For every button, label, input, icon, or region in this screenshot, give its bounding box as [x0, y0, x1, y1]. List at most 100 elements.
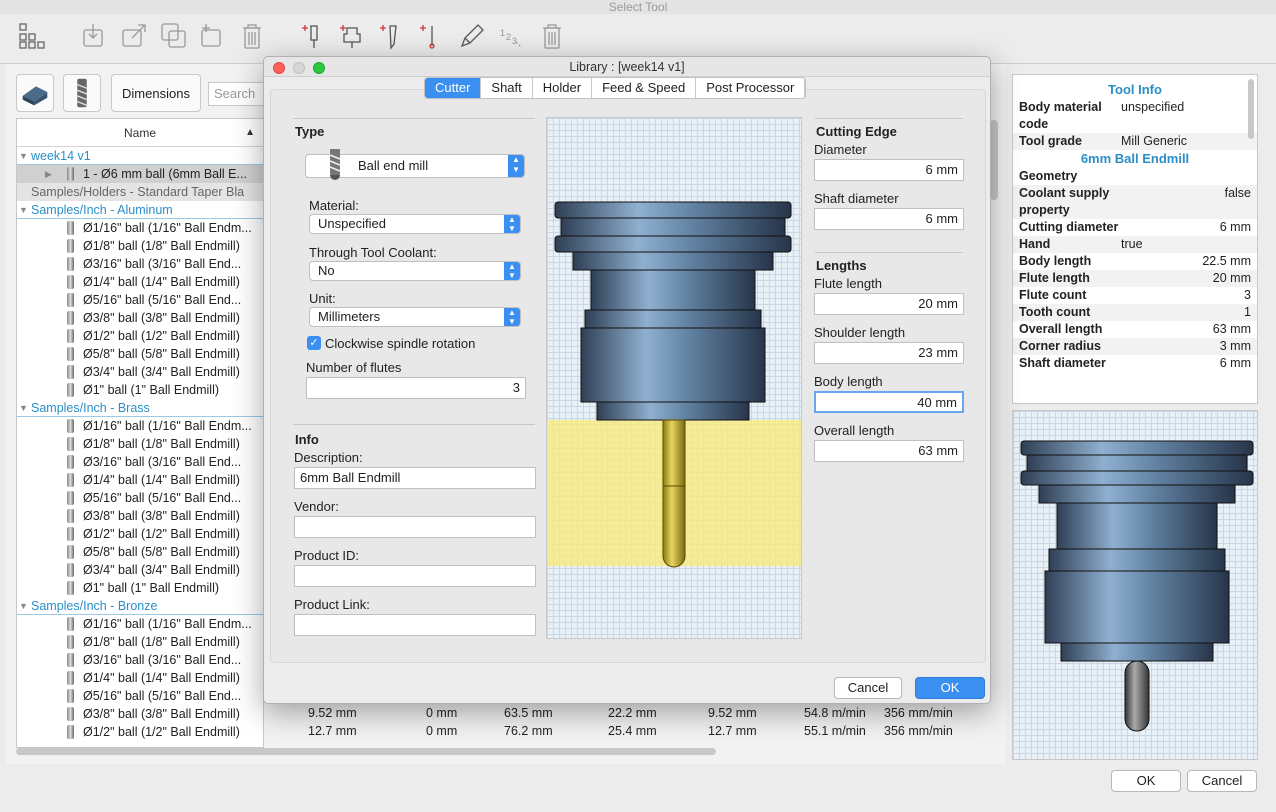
zoom-window-button[interactable] [313, 62, 325, 74]
tool-preview-3d[interactable] [1012, 410, 1258, 760]
dialog-cancel-button[interactable]: Cancel [834, 677, 902, 699]
disclosure-triangle-icon[interactable]: ▼ [19, 597, 28, 614]
tab-feed-speed[interactable]: Feed & Speed [592, 78, 697, 98]
tree-group[interactable]: ▼ week14 v1 [17, 147, 263, 165]
tree-tool-item[interactable]: Ø5/16" ball (5/16" Ball End... [17, 687, 263, 705]
tool-tree-body: ▼ week14 v1 ▶ 1 - Ø6 mm ball (6mm Ball E..… [17, 147, 263, 741]
tree-tool-item[interactable]: Ø3/16" ball (3/16" Ball End... [17, 453, 263, 471]
new-holder-icon[interactable] [338, 22, 366, 50]
unit-select[interactable]: Millimeters ▲ ▼ [309, 307, 521, 327]
tree-tool-item[interactable]: Ø1" ball (1" Ball Endmill) [17, 381, 263, 399]
holder-icon [22, 86, 48, 106]
tool-type-select[interactable]: Ball end mill ▲ ▼ [305, 149, 525, 180]
unit-label: Unit: [309, 291, 336, 306]
tree-tool-item[interactable]: Ø1/8" ball (1/8" Ball Endmill) [17, 435, 263, 453]
tree-tool-item[interactable]: Ø1/4" ball (1/4" Ball Endmill) [17, 471, 263, 489]
overall-length-field[interactable]: 63 mm [814, 440, 964, 462]
product-link-label: Product Link: [294, 597, 370, 612]
description-field[interactable]: 6mm Ball Endmill [294, 467, 536, 489]
tree-tool-item[interactable]: Ø1/2" ball (1/2" Ball Endmill) [17, 723, 263, 741]
tree-tool-item[interactable]: Ø1/8" ball (1/8" Ball Endmill) [17, 237, 263, 255]
tree-tool-item[interactable]: Ø1/16" ball (1/16" Ball Endm... [17, 417, 263, 435]
tree-tool-item[interactable]: Ø1/2" ball (1/2" Ball Endmill) [17, 327, 263, 345]
clockwise-label: Clockwise spindle rotation [325, 336, 476, 351]
tree-item-selected[interactable]: ▶ 1 - Ø6 mm ball (6mm Ball E... [17, 165, 263, 183]
tab-post-processor[interactable]: Post Processor [696, 78, 806, 98]
tree-tool-item[interactable]: Ø3/8" ball (3/8" Ball Endmill) [17, 507, 263, 525]
tree-group[interactable]: ▼ Samples/Inch - Brass [17, 399, 263, 417]
info-scrollbar[interactable] [1248, 79, 1254, 139]
tree-subgroup[interactable]: Samples/Holders - Standard Taper Bla [17, 183, 263, 201]
tab-shaft[interactable]: Shaft [481, 78, 533, 98]
disclosure-triangle-icon[interactable]: ▼ [19, 147, 28, 164]
material-select[interactable]: Unspecified ▲ ▼ [309, 214, 521, 234]
minimize-window-button[interactable] [293, 62, 305, 74]
product-id-field[interactable] [294, 565, 536, 587]
cutter-filter-button[interactable] [63, 74, 101, 112]
tree-group[interactable]: ▼ Samples/Inch - Aluminum [17, 201, 263, 219]
tree-group[interactable]: ▼ Samples/Inch - Bronze [17, 597, 263, 615]
number-of-flutes-field[interactable]: 3 [306, 377, 526, 399]
endmill-icon [67, 689, 74, 703]
name-column-header[interactable]: Name ▲ [17, 119, 263, 147]
search-input[interactable]: Search [208, 82, 268, 106]
tree-tool-item[interactable]: Ø3/4" ball (3/4" Ball Endmill) [17, 561, 263, 579]
tool-tree[interactable]: Name ▲ ▼ week14 v1 ▶ 1 - Ø6 mm ball (6mm Ba… [16, 118, 264, 748]
dimensions-button[interactable]: Dimensions [111, 74, 201, 112]
renumber-icon[interactable]: 123 [498, 22, 526, 50]
shaft-diameter-field[interactable]: 6 mm [814, 208, 964, 230]
new-probe-icon[interactable] [418, 22, 446, 50]
dialog-ok-button[interactable]: OK [915, 677, 985, 699]
tree-tool-item[interactable]: Ø3/4" ball (3/4" Ball Endmill) [17, 363, 263, 381]
tree-tool-item[interactable]: Ø1" ball (1" Ball Endmill) [17, 579, 263, 597]
export-icon[interactable] [120, 22, 148, 50]
cancel-button[interactable]: Cancel [1187, 770, 1257, 792]
tab-cutter[interactable]: Cutter [425, 78, 482, 98]
tree-group-label: Samples/Inch - Bronze [31, 599, 158, 613]
diameter-field[interactable]: 6 mm [814, 159, 964, 181]
shoulder-length-field[interactable]: 23 mm [814, 342, 964, 364]
flute-length-field[interactable]: 20 mm [814, 293, 964, 315]
tab-holder[interactable]: Holder [533, 78, 593, 98]
holder-filter-button[interactable] [16, 74, 54, 112]
info-key: Geometry [1019, 169, 1078, 183]
vertical-scrollbar[interactable] [990, 120, 998, 200]
import-icon[interactable] [80, 22, 108, 50]
cutter-preview[interactable] [546, 117, 802, 639]
close-window-button[interactable] [273, 62, 285, 74]
new-mill-tool-icon[interactable] [300, 22, 328, 50]
tool-info-title: Tool Info [1108, 82, 1162, 97]
tree-tool-item[interactable]: Ø1/16" ball (1/16" Ball Endm... [17, 219, 263, 237]
body-length-field[interactable]: 40 mm [814, 391, 964, 413]
clockwise-checkbox[interactable]: ✓ [307, 336, 321, 350]
tree-tool-item[interactable]: Ø5/8" ball (5/8" Ball Endmill) [17, 543, 263, 561]
disclosure-triangle-icon[interactable]: ▶ [45, 165, 52, 183]
copy-icon[interactable] [160, 22, 188, 50]
delete-tool-icon[interactable] [538, 22, 566, 50]
disclosure-triangle-icon[interactable]: ▼ [19, 399, 28, 416]
tree-tool-item[interactable]: Ø3/8" ball (3/8" Ball Endmill) [17, 309, 263, 327]
edit-icon[interactable] [458, 22, 486, 50]
tree-tool-item[interactable]: Ø1/8" ball (1/8" Ball Endmill) [17, 633, 263, 651]
tree-tool-item[interactable]: Ø5/16" ball (5/16" Ball End... [17, 291, 263, 309]
new-icon[interactable] [198, 22, 226, 50]
tree-tool-item[interactable]: Ø3/16" ball (3/16" Ball End... [17, 255, 263, 273]
delete-icon[interactable] [238, 22, 266, 50]
new-turning-tool-icon[interactable] [378, 22, 406, 50]
tree-tool-item[interactable]: Ø5/16" ball (5/16" Ball End... [17, 489, 263, 507]
tree-tool-item[interactable]: Ø3/16" ball (3/16" Ball End... [17, 651, 263, 669]
tree-tool-item[interactable]: Ø1/4" ball (1/4" Ball Endmill) [17, 273, 263, 291]
coolant-select[interactable]: No ▲ ▼ [309, 261, 521, 281]
tree-tool-item[interactable]: Ø5/8" ball (5/8" Ball Endmill) [17, 345, 263, 363]
tree-tool-item[interactable]: Ø1/16" ball (1/16" Ball Endm... [17, 615, 263, 633]
horizontal-scrollbar[interactable] [16, 748, 716, 755]
ok-button[interactable]: OK [1111, 770, 1181, 792]
vendor-field[interactable] [294, 516, 536, 538]
tree-tool-item[interactable]: Ø3/8" ball (3/8" Ball Endmill) [17, 705, 263, 723]
table-cell: 0 mm [426, 706, 458, 720]
tree-tool-item[interactable]: Ø1/4" ball (1/4" Ball Endmill) [17, 669, 263, 687]
product-link-field[interactable] [294, 614, 536, 636]
tree-tool-item[interactable]: Ø1/2" ball (1/2" Ball Endmill) [17, 525, 263, 543]
disclosure-triangle-icon[interactable]: ▼ [19, 201, 28, 218]
tool-library-icon[interactable] [18, 22, 46, 50]
